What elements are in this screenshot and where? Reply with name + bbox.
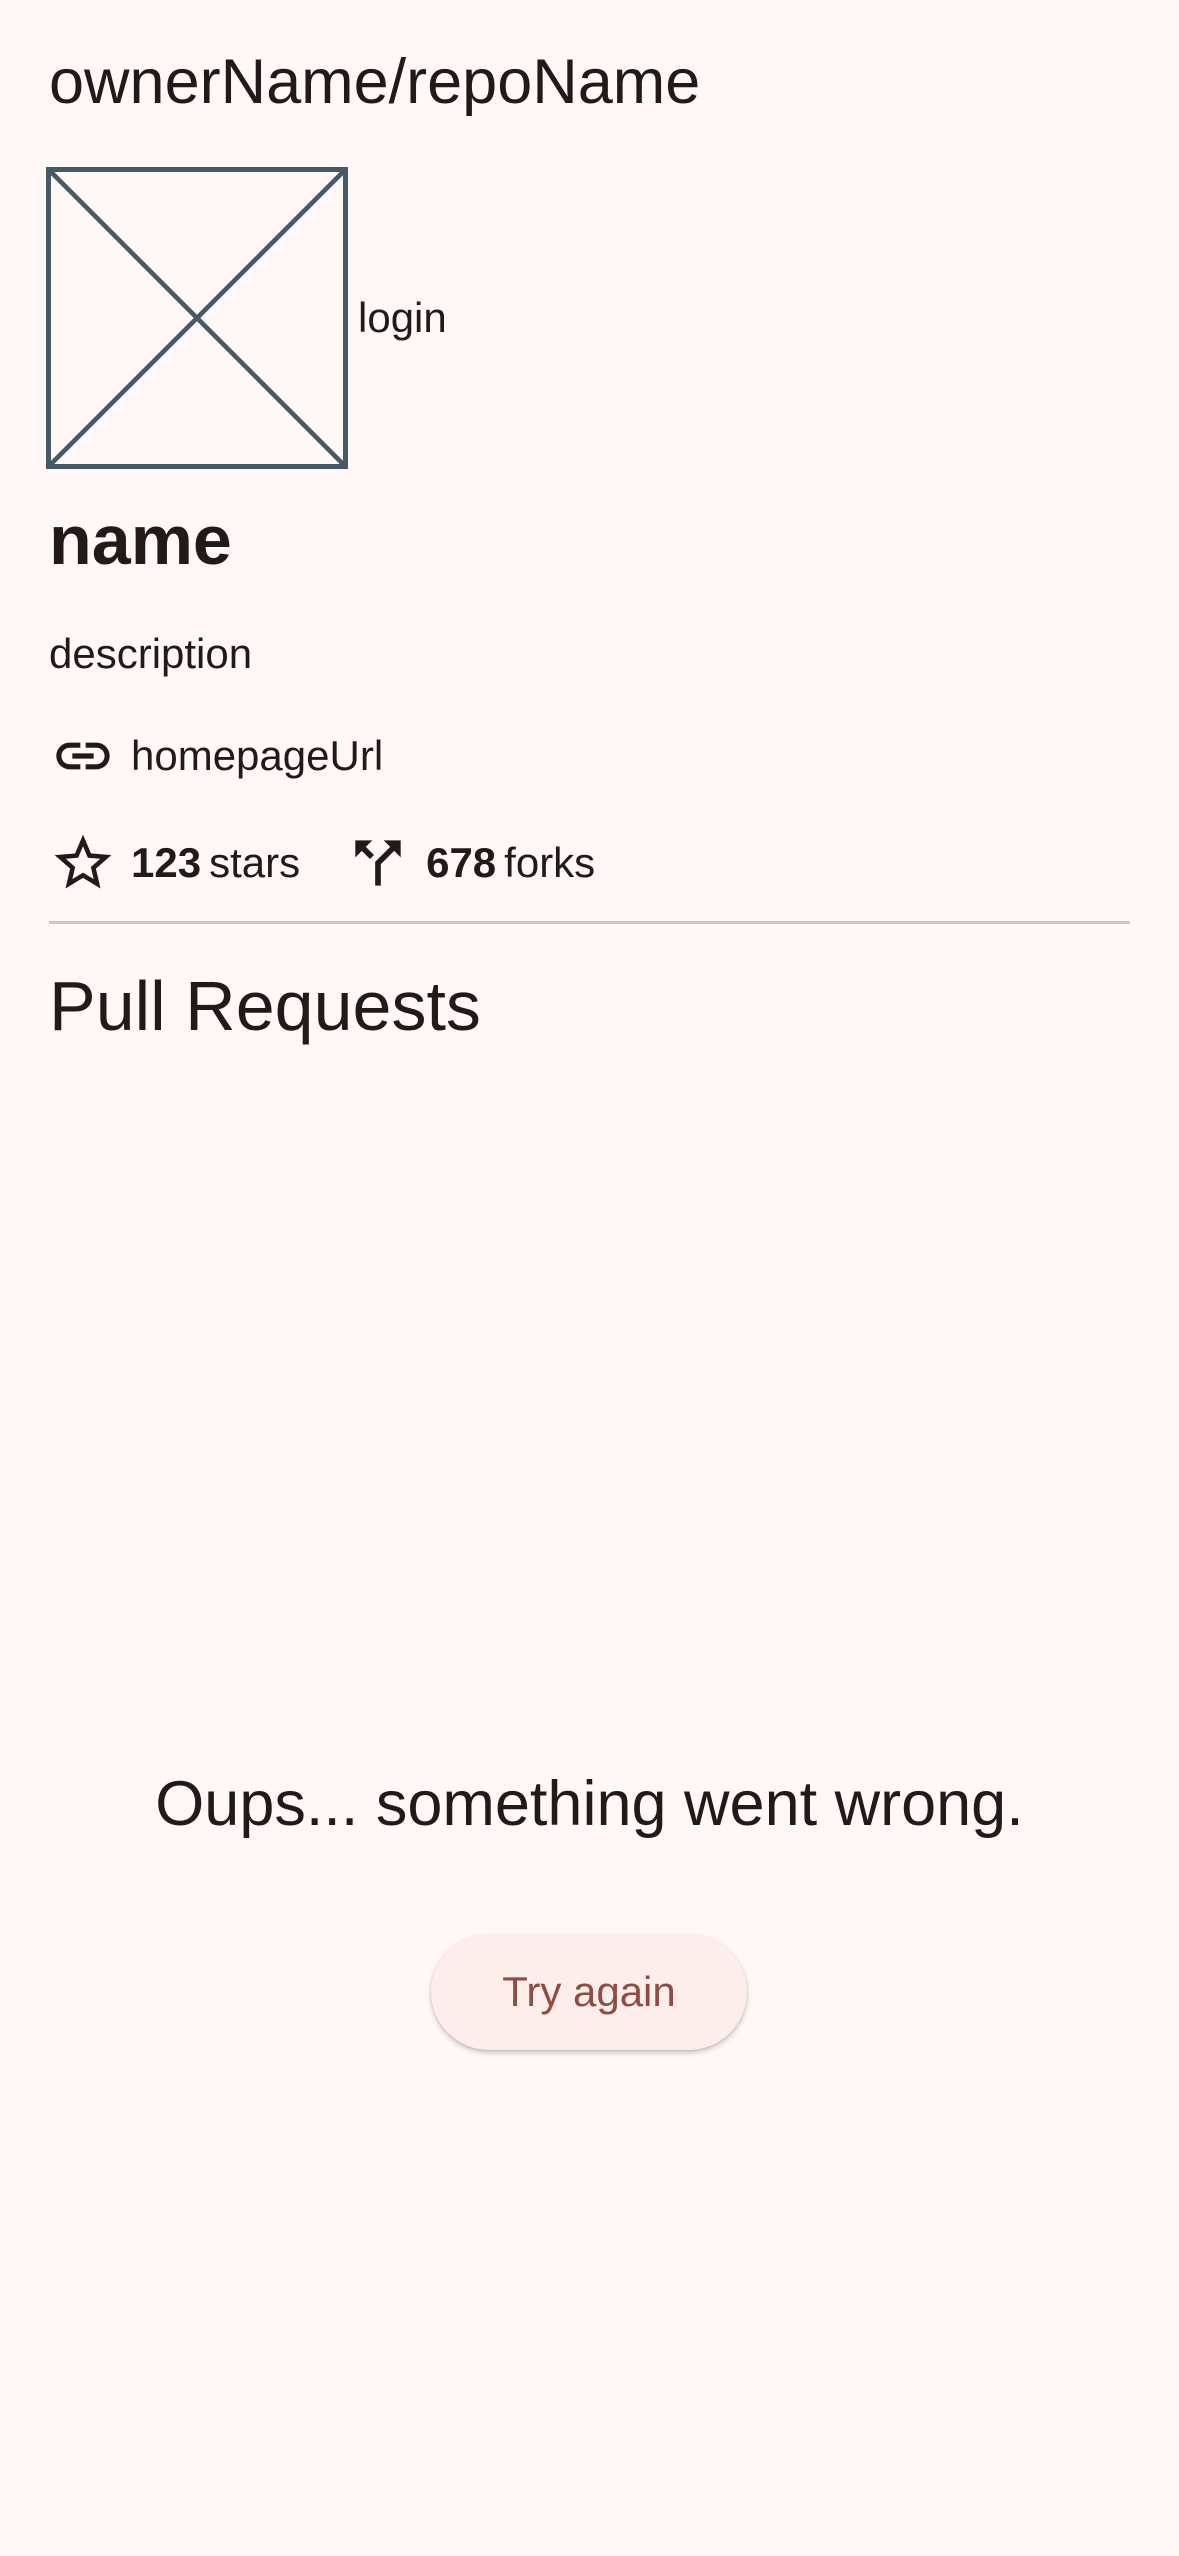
divider xyxy=(49,921,1130,924)
stars-label: stars xyxy=(209,839,301,886)
avatar xyxy=(46,167,348,469)
owner-login: login xyxy=(358,294,447,341)
repo-description: description xyxy=(49,630,253,677)
try-again-button[interactable]: Try again xyxy=(431,1934,747,2050)
repo-name: name xyxy=(49,501,232,579)
page-title: ownerName/repoName xyxy=(49,47,701,117)
error-message: Oups... something went wrong. xyxy=(155,1769,1024,1839)
stars-stat: 123 stars xyxy=(49,829,300,897)
link-icon xyxy=(49,722,117,790)
forks-stat: 678 forks xyxy=(344,829,595,897)
forks-label: forks xyxy=(504,839,596,886)
pull-requests-heading: Pull Requests xyxy=(49,967,481,1045)
owner-row: login xyxy=(46,167,447,469)
repo-stats: 123 stars 678 forks xyxy=(49,829,595,897)
homepage-url[interactable]: homepageUrl xyxy=(131,728,383,784)
broken-image-placeholder-icon xyxy=(51,172,343,464)
stars-count: 123 xyxy=(131,839,202,886)
forks-count: 678 xyxy=(426,839,497,886)
star-outline-icon xyxy=(49,829,117,897)
fork-icon xyxy=(344,829,412,897)
homepage-link[interactable]: homepageUrl xyxy=(49,722,383,790)
